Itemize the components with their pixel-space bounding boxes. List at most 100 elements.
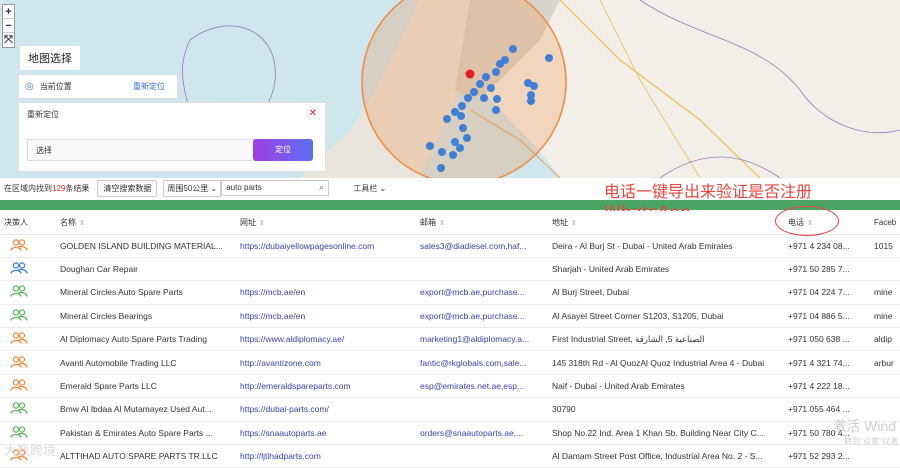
table-row[interactable]: Mineral Circles Auto Spare Parts https://… xyxy=(0,280,900,305)
column-header[interactable]: Faceb xyxy=(870,211,900,235)
cell-name: Pakistan & Emirates Auto Spare Parts ... xyxy=(56,421,236,446)
contacts-icon[interactable] xyxy=(10,426,28,438)
cell-addr: Shop No.22 Ind. Area 1 Khan Sb. Building… xyxy=(548,421,784,446)
contacts-icon[interactable] xyxy=(10,262,28,274)
zoom-in-button[interactable]: + xyxy=(3,5,14,19)
cell-fb: mine xyxy=(870,280,900,305)
sort-icon[interactable]: ⇕ xyxy=(259,220,265,227)
decision-maker-cell[interactable] xyxy=(0,397,56,422)
cell-site[interactable]: https://snaautoparts.ae xyxy=(236,421,416,446)
contacts-icon[interactable] xyxy=(10,332,28,344)
column-header[interactable]: 邮箱 ⇕ xyxy=(416,211,548,235)
current-location-row: ◎ 当前位置 重新定位 xyxy=(18,74,178,99)
current-location-label: 当前位置 xyxy=(39,82,72,91)
location-pin-icon: ◎ xyxy=(25,81,34,92)
fit-bounds-button[interactable]: ⤧ xyxy=(3,33,14,47)
cell-addr: Al Asayel Street Corner S1203, S1205, Du… xyxy=(548,304,784,329)
contacts-icon[interactable] xyxy=(10,355,28,368)
sort-icon[interactable]: ⇕ xyxy=(439,220,445,227)
cell-phone: +971 04 224 7... xyxy=(784,280,870,305)
tools-menu[interactable]: 工具栏 ⌄ xyxy=(353,183,386,194)
results-table: 决策人 名称 ⇕ 网址 ⇕ 邮箱 ⇕ 地址 ⇕ 电话 ⇕ Faceb GOLDEN ISLAND BU… xyxy=(0,211,900,468)
cell-site[interactable]: http://emeraldspareparts.com xyxy=(236,374,416,399)
table-row[interactable]: Pakistan & Emirates Auto Spare Parts ...… xyxy=(0,421,900,446)
table-row[interactable]: Emerald Spare Parts LLC http://emeraldspa… xyxy=(0,374,900,399)
cell-fb: aldip xyxy=(870,327,900,352)
contacts-icon[interactable] xyxy=(10,309,28,321)
table-row[interactable]: Bmw Al Ibdaa Al Mutamayez Used Aut... htt… xyxy=(0,397,900,422)
chevron-down-icon: ⌄ xyxy=(210,183,218,193)
sort-icon[interactable]: ⇕ xyxy=(571,220,577,227)
search-icon[interactable]: ⌕ xyxy=(319,182,324,193)
cell-site[interactable]: http://avantizone.com xyxy=(236,350,416,375)
cell-fb xyxy=(870,257,900,282)
decision-maker-cell[interactable] xyxy=(0,280,56,305)
relocate-link[interactable]: 重新定位 xyxy=(133,81,165,92)
cell-site[interactable]: https://www.aldiplomacy.ae/ xyxy=(236,327,416,352)
cell-phone: +971 4 321 74... xyxy=(784,350,870,375)
table-row[interactable]: Al Diplomacy Auto Spare Parts Trading htt… xyxy=(0,327,900,352)
table-row[interactable]: Doughan Car Repair Sharjah - United Arab … xyxy=(0,257,900,282)
column-header[interactable]: 名称 ⇕ xyxy=(56,211,236,235)
cell-addr: Naif - Dubai - United Arab Emirates xyxy=(548,374,784,399)
contacts-icon[interactable] xyxy=(10,238,28,251)
cell-fb xyxy=(870,444,900,468)
decision-maker-cell[interactable] xyxy=(0,257,56,282)
column-header[interactable]: 网址 ⇕ xyxy=(236,211,416,235)
cell-email[interactable]: fantic@rkglobals.com,sale... xyxy=(416,350,548,375)
contacts-icon[interactable] xyxy=(10,285,28,298)
table-row[interactable]: GOLDEN ISLAND BUILDING MATERIAL... https:… xyxy=(0,234,900,258)
locate-button[interactable]: 定位 xyxy=(253,139,313,161)
cell-site[interactable] xyxy=(236,257,416,282)
keyword-search-input[interactable]: auto parts ⌕ xyxy=(221,180,330,196)
cell-email[interactable] xyxy=(416,397,548,422)
cell-email[interactable]: export@mcb.ae,purchase... xyxy=(416,304,548,329)
cell-email[interactable] xyxy=(416,444,548,468)
cell-email[interactable]: orders@snaautoparts.ae,... xyxy=(416,421,548,446)
table-row[interactable]: Mineral Circles Bearings https://mcb.ae/e… xyxy=(0,304,900,329)
zoom-out-button[interactable]: − xyxy=(3,19,14,33)
windows-activation-hint: 转到"设置"以激 xyxy=(844,437,898,446)
relocate-title: 重新定位 xyxy=(27,110,59,119)
annotation-text-line1: 电话一键导出来验证是否注册 xyxy=(604,182,813,201)
decision-maker-cell[interactable] xyxy=(0,304,56,329)
cell-phone: +971 50 285 7... xyxy=(784,257,870,282)
cell-email[interactable]: sales3@diadiesel.com,haf... xyxy=(416,234,548,258)
cell-name: Mineral Circles Bearings xyxy=(56,304,236,329)
cell-addr: Sharjah - United Arab Emirates xyxy=(548,257,784,282)
cell-site[interactable]: https://mcb.ae/en xyxy=(236,304,416,329)
windows-activation-watermark: 激活 Wind xyxy=(832,418,896,434)
decision-maker-cell[interactable] xyxy=(0,374,56,399)
cell-site[interactable]: https://mcb.ae/en xyxy=(236,280,416,305)
map-view[interactable]: + − ⤧ 地图选择 ◎ 当前位置 重新定位 重新定位 ✕ 选择 定位 xyxy=(0,0,900,178)
cell-email[interactable] xyxy=(416,257,548,282)
table-row[interactable]: Avanti Automobile Trading LLC http://avan… xyxy=(0,350,900,375)
clear-search-button[interactable]: 清空搜索数据 xyxy=(97,179,158,197)
table-row[interactable]: ALTTIHAD AUTO SPARE PARTS TR.LLC http://l… xyxy=(0,444,900,468)
cell-phone: +971 050 638 ... xyxy=(784,327,870,352)
column-header[interactable]: 地址 ⇕ xyxy=(548,211,784,235)
decision-maker-cell[interactable] xyxy=(0,327,56,352)
contacts-icon[interactable] xyxy=(10,379,28,391)
cell-email[interactable]: esp@emirates.net.ae,esp... xyxy=(416,374,548,399)
results-count: 129 xyxy=(52,183,66,193)
sort-icon[interactable]: ⇕ xyxy=(79,220,85,227)
location-select-input[interactable]: 选择 xyxy=(27,139,261,161)
annotation-ellipse-phone xyxy=(775,206,839,236)
table-body: GOLDEN ISLAND BUILDING MATERIAL... https:… xyxy=(0,234,900,468)
contacts-icon[interactable] xyxy=(10,402,28,415)
column-header[interactable]: 决策人 xyxy=(0,211,56,235)
cell-email[interactable]: export@mcb.ae,purchase... xyxy=(416,280,548,305)
cell-site[interactable]: http://ljtihadparts.com xyxy=(236,444,416,468)
decision-maker-cell[interactable] xyxy=(0,350,56,375)
decision-maker-cell[interactable] xyxy=(0,234,56,258)
cell-site[interactable]: https://dubaiyellowpagesonline.com xyxy=(236,234,416,258)
cell-fb: 1015 xyxy=(870,234,900,258)
cell-addr: Deira - Al Burj St - Dubai - United Arab… xyxy=(548,234,784,258)
cell-email[interactable]: marketing1@aldiplomacy.a... xyxy=(416,327,548,352)
cell-name: GOLDEN ISLAND BUILDING MATERIAL... xyxy=(56,234,236,258)
cell-site[interactable]: https://dubai-parts.com/ xyxy=(236,397,416,422)
cell-phone: +971 4 222 18... xyxy=(784,374,870,399)
radius-select[interactable]: 周围50公里 ⌄ xyxy=(163,179,222,197)
close-icon[interactable]: ✕ xyxy=(309,108,317,119)
